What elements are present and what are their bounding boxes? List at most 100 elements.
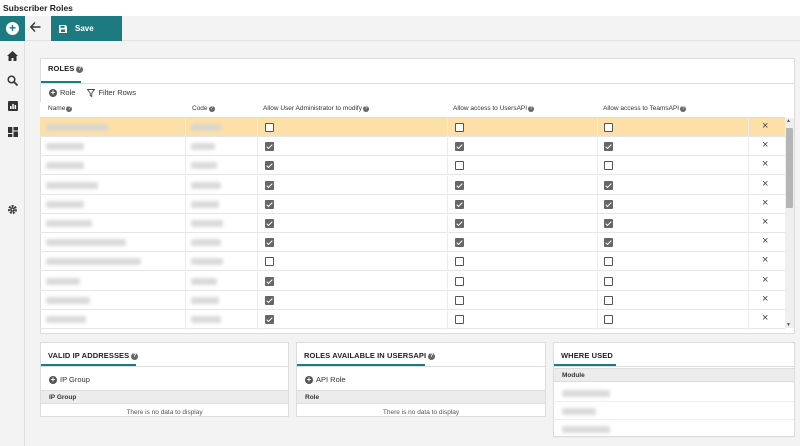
delete-row-icon[interactable]: × [762,178,768,190]
col-code[interactable]: Code? [192,105,215,112]
allow-teamsapi-checkbox[interactable] [604,219,613,228]
save-button[interactable]: Save [51,16,122,41]
allow-admin-checkbox[interactable] [265,142,274,152]
delete-row-icon[interactable]: × [762,217,768,228]
allow-teamsapi-checkbox[interactable] [604,295,613,305]
col-allow-admin-modify[interactable]: Allow User Administrator to modify? [263,105,369,112]
table-row[interactable]: × [40,310,785,329]
allow-admin-checkbox[interactable] [265,123,274,132]
delete-row-icon[interactable]: × [762,159,768,170]
allow-usersapi-checkbox[interactable] [455,123,464,132]
delete-row-icon[interactable]: × [762,293,768,305]
help-icon[interactable]: ? [680,106,687,112]
list-item[interactable] [554,402,794,420]
table-row[interactable]: × [40,156,785,176]
dashboard-icon[interactable] [6,125,19,138]
allow-teamsapi-checkbox[interactable] [604,199,613,209]
allow-admin-checkbox[interactable] [265,238,274,248]
allow-teamsapi-checkbox[interactable] [604,180,613,190]
help-icon[interactable]: ? [131,353,139,360]
add-role-label: Role [60,88,76,97]
help-icon[interactable]: ? [428,353,436,360]
scrollbar-thumb[interactable] [786,128,793,208]
allow-teamsapi-checkbox[interactable] [604,123,613,132]
add-ip-group-button[interactable]: + IP Group [49,375,90,384]
allow-usersapi-checkbox[interactable] [455,199,464,209]
allow-usersapi-checkbox[interactable] [455,142,464,152]
delete-row-icon[interactable]: × [762,255,768,266]
reports-icon[interactable] [6,99,19,112]
table-row[interactable]: × [40,290,785,310]
allow-admin-checkbox[interactable] [265,257,274,267]
toolbar: Save [25,16,800,41]
window-titlebar: Subscriber Roles [0,0,800,16]
add-icon: + [305,374,313,384]
list-item[interactable] [554,420,794,438]
help-icon[interactable]: ? [66,106,73,112]
role-code-cell [191,239,221,247]
role-code-cell [191,316,221,323]
help-icon[interactable]: ? [208,106,215,112]
allow-admin-checkbox[interactable] [265,180,274,190]
allow-admin-checkbox[interactable] [265,161,274,171]
col-allow-teamsapi[interactable]: Allow access to TeamsAPI? [603,105,687,112]
allow-admin-checkbox[interactable] [265,199,274,209]
table-row[interactable]: × [40,194,785,214]
allow-admin-checkbox[interactable] [265,219,274,228]
col-allow-usersapi[interactable]: Allow access to UsersAPI? [453,105,535,112]
usersapi-empty-message: There is no data to display [382,409,460,416]
list-item[interactable] [554,384,794,402]
allow-teamsapi-checkbox[interactable] [604,238,613,248]
delete-row-icon[interactable]: × [762,274,768,286]
allow-usersapi-checkbox[interactable] [455,315,464,324]
role-code-cell [191,277,217,285]
allow-teamsapi-checkbox[interactable] [604,257,613,267]
delete-row-icon[interactable]: × [762,236,768,247]
allow-admin-checkbox[interactable] [265,295,274,305]
roles-title: ROLES? [48,64,84,73]
allow-usersapi-checkbox[interactable] [455,238,464,248]
help-icon[interactable]: ? [528,106,535,112]
usersapi-panel: ROLES AVAILABLE IN USERSAPI? + API Role … [296,342,546,417]
allow-usersapi-checkbox[interactable] [455,276,464,286]
delete-row-icon[interactable]: × [762,313,768,324]
add-api-role-button[interactable]: + API Role [305,375,346,384]
allow-teamsapi-checkbox[interactable] [604,276,613,286]
back-arrow-icon[interactable] [29,22,44,36]
delete-row-icon[interactable]: × [762,140,768,151]
role-name-cell [46,296,90,304]
home-icon[interactable] [6,49,19,62]
help-icon[interactable]: ? [362,106,369,112]
col-name[interactable]: Name? [48,105,73,112]
allow-usersapi-checkbox[interactable] [455,295,464,305]
allow-usersapi-checkbox[interactable] [455,219,464,228]
allow-usersapi-checkbox[interactable] [455,180,464,190]
help-icon[interactable]: ? [76,66,84,73]
table-row[interactable]: × [40,118,785,137]
table-row[interactable]: × [40,252,785,272]
allow-admin-checkbox[interactable] [265,315,274,324]
filter-rows-label: Filter Rows [98,88,136,97]
role-code-cell [191,162,217,170]
grid-scrollbar[interactable]: ▲ ▼ [785,118,794,328]
new-button[interactable]: + [0,16,25,41]
filter-icon [87,88,96,97]
allow-admin-checkbox[interactable] [265,276,274,286]
table-row[interactable]: × [40,233,785,253]
allow-teamsapi-checkbox[interactable] [604,142,613,152]
table-row[interactable]: × [40,175,785,195]
search-icon[interactable] [6,74,19,87]
table-row[interactable]: × [40,214,785,233]
allow-usersapi-checkbox[interactable] [455,257,464,267]
table-row[interactable]: × [40,137,785,157]
delete-row-icon[interactable]: × [762,121,768,132]
allow-teamsapi-checkbox[interactable] [604,161,613,171]
delete-row-icon[interactable]: × [762,197,768,209]
allow-teamsapi-checkbox[interactable] [604,315,613,324]
settings-icon[interactable] [6,203,19,216]
filter-rows-button[interactable]: Filter Rows [87,88,136,97]
allow-usersapi-checkbox[interactable] [455,161,464,171]
role-code-cell [191,220,223,227]
table-row[interactable]: × [40,271,785,291]
add-role-button[interactable]: + Role [49,88,75,97]
